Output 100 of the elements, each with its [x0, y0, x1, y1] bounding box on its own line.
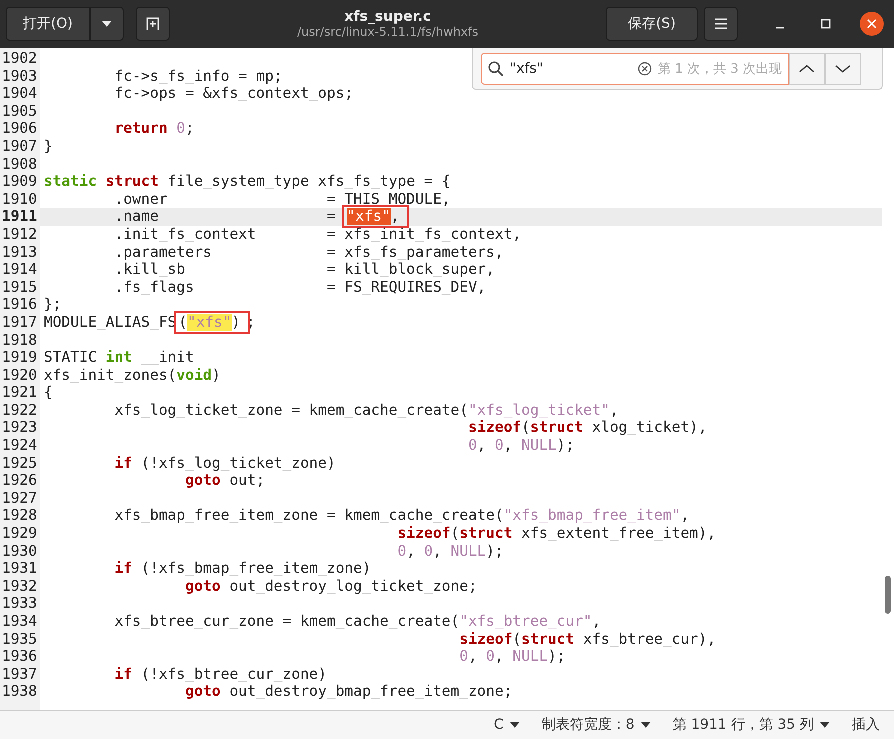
code-text: (!xfs_log_ticket_zone): [141, 454, 336, 472]
cursor-position-selector[interactable]: 第 1911 行，第 35 列: [672, 716, 830, 734]
code-text: file_system_type xfs_fs_type = {: [168, 173, 451, 190]
new-tab-button[interactable]: [136, 7, 170, 41]
insert-mode: 插入: [852, 716, 880, 734]
code-text: xfs_bmap_free_item_zone = kmem_cache_create(: [114, 507, 504, 524]
line-number: 1921: [1, 384, 38, 402]
code-text: fc->s_fs_info = mp;: [114, 68, 283, 85]
code-text: ,: [477, 437, 488, 454]
code-number: NULL: [522, 437, 557, 454]
code-keyword: sizeof: [398, 525, 451, 542]
line-number: 1936: [1, 648, 38, 666]
search-match: "xfs": [187, 314, 232, 331]
line-number: 1911: [1, 208, 38, 226]
code-text: MODULE_ALIAS_FS: [44, 314, 177, 331]
line-number: 1916: [1, 296, 38, 314]
code-number: 0: [494, 437, 504, 454]
code-text: .parameters = xfs_fs_parameters,: [114, 244, 504, 261]
line-number: 1924: [1, 437, 38, 455]
code-string: "xfs_bmap_free_item": [504, 507, 681, 524]
line-number: 1934: [1, 613, 38, 631]
code-text: .owner = THIS_MODULE,: [114, 190, 451, 208]
code-text: }: [44, 138, 53, 155]
window-title: xfs_super.c: [344, 9, 432, 25]
line-number: 1913: [1, 244, 38, 262]
code-keyword: struct: [522, 630, 575, 648]
code-text: xfs_log_ticket_zone = kmem_cache_create(: [114, 402, 468, 419]
line-number: 1918: [1, 332, 38, 350]
code-number: 0: [398, 542, 407, 560]
clear-icon[interactable]: [638, 62, 652, 76]
open-button[interactable]: 打开(O): [6, 7, 90, 41]
line-number: 1926: [1, 472, 38, 490]
line-number: 1933: [1, 595, 38, 613]
chevron-down-icon: [835, 64, 851, 74]
code-text: ,: [433, 542, 443, 560]
line-number: 1929: [1, 525, 38, 543]
next-match-button[interactable]: [825, 52, 861, 84]
code-text: );: [556, 437, 575, 454]
code-type: void: [176, 366, 212, 384]
chevron-up-icon: [799, 64, 815, 74]
previous-match-button[interactable]: [789, 52, 825, 84]
line-number: 1910: [1, 190, 38, 208]
code-text: };: [44, 296, 62, 314]
save-button[interactable]: 保存(S): [606, 7, 698, 41]
code-text: fc->ops = &xfs_context_ops;: [114, 85, 354, 102]
code-text: out;: [230, 472, 266, 490]
close-icon: [867, 19, 877, 29]
code-number: 0: [176, 120, 186, 138]
code-text: xfs_btree_cur),: [583, 630, 716, 648]
code-text: ,: [494, 648, 505, 666]
search-field[interactable]: "xfs" 第 1 次，共 3 次出现: [481, 52, 789, 84]
code-text: ,: [504, 437, 514, 454]
code-text: .fs_flags = FS_REQUIRES_DEV,: [114, 278, 486, 296]
code-text: __init: [141, 349, 194, 366]
code-text: xfs_extent_free_item),: [522, 525, 716, 542]
code-keyword: goto: [185, 683, 221, 700]
line-number: 1915: [1, 278, 38, 296]
code-text: (: [178, 314, 188, 331]
code-text: (: [522, 419, 530, 436]
scrollbar-thumb[interactable]: [885, 576, 891, 614]
line-number: 1912: [1, 226, 38, 244]
line-number: 1909: [1, 173, 38, 191]
code-text: xlog_ticket),: [592, 419, 708, 436]
line-number: 1937: [1, 666, 38, 684]
caret-icon: [101, 20, 113, 28]
search-icon: [488, 60, 504, 76]
line-number: 1906: [1, 120, 38, 138]
line-number: 1905: [1, 102, 38, 120]
code-text: ,: [610, 402, 619, 419]
code-keyword: if: [114, 666, 132, 683]
code-keyword: sizeof: [468, 419, 522, 436]
code-text: ,: [468, 648, 478, 666]
code-text: xfs_init_zones(: [44, 366, 177, 384]
file-path: /usr/src/linux-5.11.1/fs/hwhxfs: [297, 25, 479, 39]
code-type: static: [44, 173, 98, 190]
tab-width-selector[interactable]: 制表符宽度：8: [542, 716, 651, 734]
code-keyword: if: [114, 454, 132, 472]
code-text: xfs_btree_cur_zone = kmem_cache_create(: [114, 613, 460, 630]
code-keyword: return: [114, 120, 168, 138]
open-menu-button[interactable]: [90, 7, 124, 41]
caret-icon: [820, 722, 830, 728]
code-string: "xfs_log_ticket": [468, 402, 610, 419]
code-text: (: [450, 525, 460, 542]
code-text: ): [232, 314, 241, 331]
line-number: 1928: [1, 507, 38, 526]
new-tab-icon: [146, 17, 160, 31]
line-number: 1930: [1, 542, 38, 560]
language-selector[interactable]: C: [494, 717, 520, 733]
close-button[interactable]: [860, 12, 884, 36]
code-keyword: struct: [530, 419, 584, 436]
line-number: 1927: [1, 490, 38, 508]
code-string: "xfs_btree_cur": [460, 613, 592, 630]
line-number: 1922: [1, 402, 38, 420]
code-text: {: [44, 384, 53, 402]
line-number: 1914: [1, 261, 38, 279]
menu-icon: [714, 18, 728, 30]
code-text: ;: [246, 314, 256, 331]
code-number: 0: [486, 648, 495, 666]
menu-button[interactable]: [704, 7, 738, 41]
code-text: );: [548, 648, 566, 666]
